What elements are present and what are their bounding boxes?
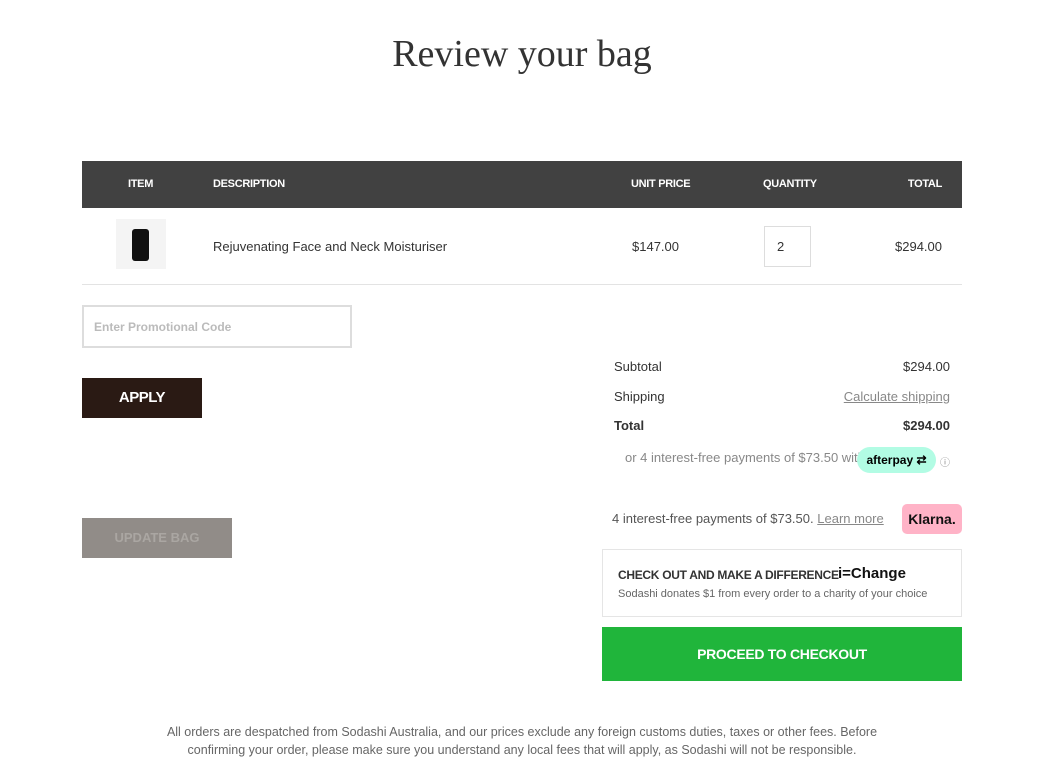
total-label: Total (614, 418, 645, 433)
product-image[interactable] (116, 219, 166, 269)
table-row: Rejuvenating Face and Neck Moisturiser $… (82, 208, 962, 285)
apply-button[interactable]: APPLY (82, 378, 202, 418)
col-quantity: QUANTITY (763, 178, 817, 190)
shipping-label: Shipping (614, 389, 665, 404)
subtotal-value: $294.00 (903, 359, 950, 374)
line-total: $294.00 (895, 239, 942, 254)
footer-notice: All orders are despatched from Sodashi A… (166, 725, 878, 757)
afterpay-text: or 4 interest-free payments of $73.50 wi… (625, 450, 865, 465)
klarna-logo: Klarna. (902, 504, 962, 534)
afterpay-logo[interactable]: afterpay ⇄ (857, 447, 936, 473)
promo-code-input[interactable]: Enter Promotional Code (82, 305, 352, 348)
unit-price: $147.00 (632, 239, 679, 254)
col-unit-price: UNIT PRICE (631, 178, 691, 190)
quantity-input[interactable]: 2 (764, 226, 811, 267)
update-bag-button[interactable]: UPDATE BAG (82, 518, 232, 558)
table-header: ITEM DESCRIPTION UNIT PRICE QUANTITY TOT… (82, 161, 962, 208)
ichange-logo: i=Change (838, 565, 906, 582)
ichange-heading: CHECK OUT AND MAKE A DIFFERENCE (618, 568, 839, 582)
subtotal-row: Subtotal $294.00 (614, 359, 950, 374)
col-total: TOTAL (907, 178, 942, 190)
col-item: ITEM (128, 178, 154, 190)
product-name[interactable]: Rejuvenating Face and Neck Moisturiser (213, 239, 447, 254)
ichange-panel: CHECK OUT AND MAKE A DIFFERENCE i=Change… (602, 549, 962, 617)
total-row: Total $294.00 (614, 418, 950, 433)
col-description: DESCRIPTION (213, 178, 285, 190)
calculate-shipping-link[interactable]: Calculate shipping (844, 389, 950, 404)
page-title: Review your bag (392, 33, 652, 75)
jar-icon (132, 229, 149, 261)
info-icon[interactable]: ⓘ (940, 454, 950, 469)
total-value: $294.00 (903, 418, 950, 433)
shipping-row: Shipping Calculate shipping (614, 389, 950, 404)
ichange-subtext: Sodashi donates $1 from every order to a… (618, 588, 928, 600)
learn-more-link[interactable]: Learn more (817, 511, 883, 526)
subtotal-label: Subtotal (614, 359, 662, 374)
proceed-to-checkout-button[interactable]: PROCEED TO CHECKOUT (602, 627, 962, 681)
klarna-text: 4 interest-free payments of $73.50. Lear… (612, 511, 884, 526)
